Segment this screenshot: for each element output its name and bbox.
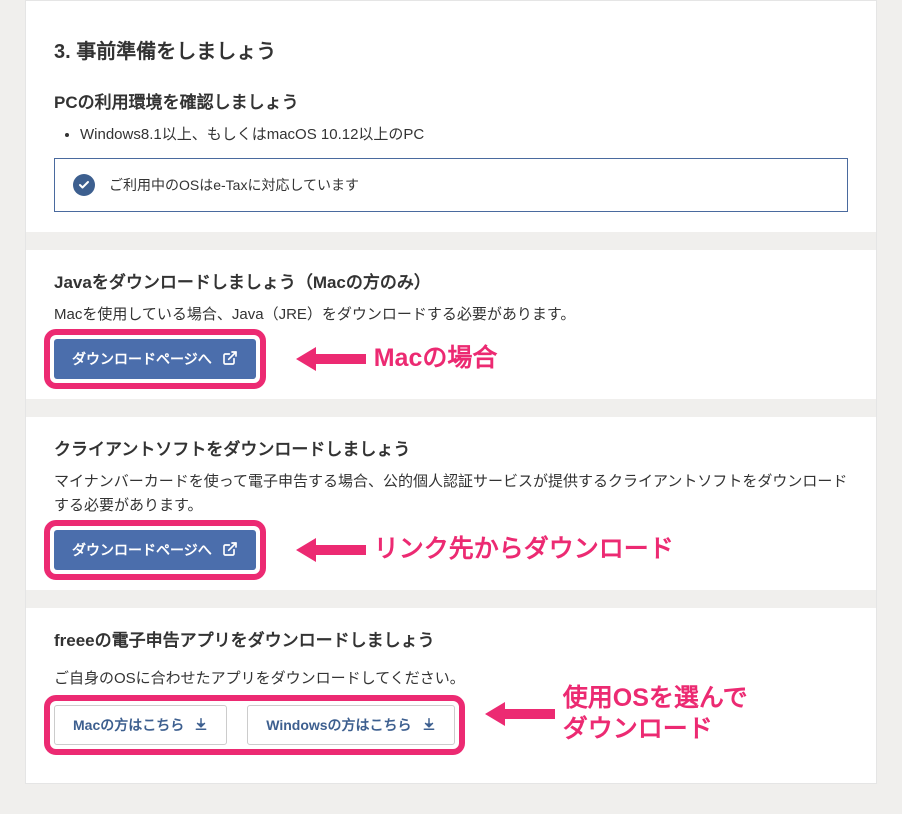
pc-env-list: Windows8.1以上、もしくはmacOS 10.12以上のPC <box>54 123 848 144</box>
java-highlight: ダウンロードページへ <box>54 339 256 379</box>
java-download-button[interactable]: ダウンロードページへ <box>54 339 256 379</box>
freee-title: freeeの電子申告アプリをダウンロードしましょう <box>54 626 848 651</box>
section-divider <box>26 232 876 250</box>
arrow-icon <box>296 535 366 565</box>
freee-highlight: Macの方はこちら Windowsの方はこちら <box>54 705 455 745</box>
annotation-link: リンク先からダウンロード <box>374 534 674 565</box>
pc-env-item: Windows8.1以上、もしくはmacOS 10.12以上のPC <box>80 123 848 144</box>
os-status-text: ご利用中のOSはe-Taxに対応しています <box>109 175 359 195</box>
client-highlight: ダウンロードページへ <box>54 530 256 570</box>
mac-download-label: Macの方はこちら <box>73 715 184 735</box>
annotation-mac: Macの場合 <box>374 343 498 374</box>
annotation-os: 使用OSを選んで ダウンロード <box>563 683 748 746</box>
section-divider <box>26 590 876 608</box>
java-desc: Macを使用している場合、Java（JRE）をダウンロードする必要があります。 <box>54 303 848 327</box>
java-title: Javaをダウンロードしましょう（Macの方のみ） <box>54 268 848 293</box>
freee-desc: ご自身のOSに合わせたアプリをダウンロードしてください。 <box>54 667 465 691</box>
os-status-box: ご利用中のOSはe-Taxに対応しています <box>54 158 848 212</box>
java-download-label: ダウンロードページへ <box>72 349 212 369</box>
download-icon <box>194 717 208 734</box>
external-link-icon <box>222 350 238 369</box>
windows-download-button[interactable]: Windowsの方はこちら <box>247 705 454 745</box>
pc-env-title: PCの利用環境を確認しましょう <box>54 88 848 113</box>
download-icon <box>422 717 436 734</box>
client-download-label: ダウンロードページへ <box>72 540 212 560</box>
client-desc: マイナンバーカードを使って電子申告する場合、公的個人認証サービスが提供するクライ… <box>54 470 848 518</box>
client-download-button[interactable]: ダウンロードページへ <box>54 530 256 570</box>
client-title: クライアントソフトをダウンロードしましょう <box>54 435 848 460</box>
windows-download-label: Windowsの方はこちら <box>266 715 411 735</box>
section-divider <box>26 399 876 417</box>
check-circle-icon <box>73 174 95 196</box>
arrow-icon <box>296 344 366 374</box>
mac-download-button[interactable]: Macの方はこちら <box>54 705 227 745</box>
main-title: 3. 事前準備をしましょう <box>26 19 876 70</box>
arrow-icon <box>485 699 555 729</box>
external-link-icon <box>222 541 238 560</box>
